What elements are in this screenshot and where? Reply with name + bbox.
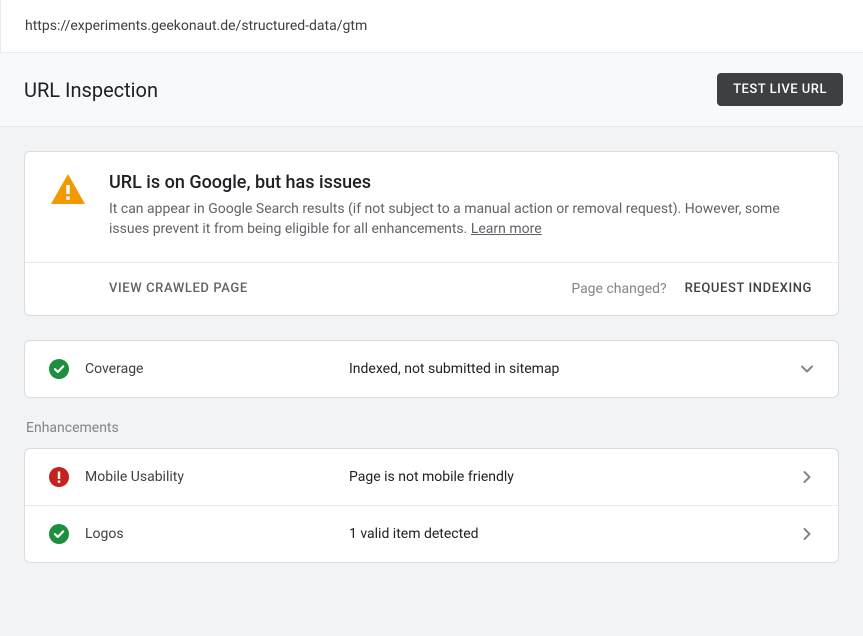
page-changed-label: Page changed?	[571, 281, 666, 297]
coverage-row[interactable]: Coverage Indexed, not submitted in sitem…	[25, 341, 838, 397]
check-icon	[49, 524, 85, 544]
view-crawled-page-button[interactable]: VIEW CRAWLED PAGE	[51, 281, 248, 296]
request-indexing-button[interactable]: REQUEST INDEXING	[685, 281, 812, 296]
inspected-url: https://experiments.geekonaut.de/structu…	[25, 18, 367, 34]
mobile-usability-value: Page is not mobile friendly	[349, 469, 800, 485]
error-icon	[49, 467, 85, 487]
mobile-usability-title: Mobile Usability	[85, 469, 349, 485]
summary-description: It can appear in Google Search results (…	[109, 201, 780, 237]
learn-more-link[interactable]: Learn more	[471, 221, 542, 237]
coverage-title: Coverage	[85, 361, 349, 377]
page-title: URL Inspection	[24, 78, 158, 102]
logos-row[interactable]: Logos 1 valid item detected	[25, 505, 838, 562]
logos-value: 1 valid item detected	[349, 526, 800, 542]
summary-actions: VIEW CRAWLED PAGE Page changed? REQUEST …	[25, 262, 838, 315]
summary-section: URL is on Google, but has issues It can …	[25, 152, 838, 262]
summary-headline: URL is on Google, but has issues	[109, 172, 812, 193]
summary-card: URL is on Google, but has issues It can …	[24, 151, 839, 316]
page-content: URL is on Google, but has issues It can …	[0, 127, 863, 587]
warning-icon	[51, 172, 109, 240]
check-icon	[49, 359, 85, 379]
summary-body: URL is on Google, but has issues It can …	[109, 172, 812, 240]
coverage-card: Coverage Indexed, not submitted in sitem…	[24, 340, 839, 398]
chevron-right-icon	[800, 470, 814, 484]
chevron-down-icon	[800, 362, 814, 376]
enhancements-label: Enhancements	[26, 420, 839, 436]
enhancements-card: Mobile Usability Page is not mobile frie…	[24, 448, 839, 563]
coverage-value: Indexed, not submitted in sitemap	[349, 361, 800, 377]
mobile-usability-row[interactable]: Mobile Usability Page is not mobile frie…	[25, 449, 838, 505]
chevron-right-icon	[800, 527, 814, 541]
url-bar[interactable]: https://experiments.geekonaut.de/structu…	[0, 0, 863, 53]
logos-title: Logos	[85, 526, 349, 542]
test-live-url-button[interactable]: TEST LIVE URL	[717, 73, 843, 106]
page-toolbar: URL Inspection TEST LIVE URL	[0, 53, 863, 127]
